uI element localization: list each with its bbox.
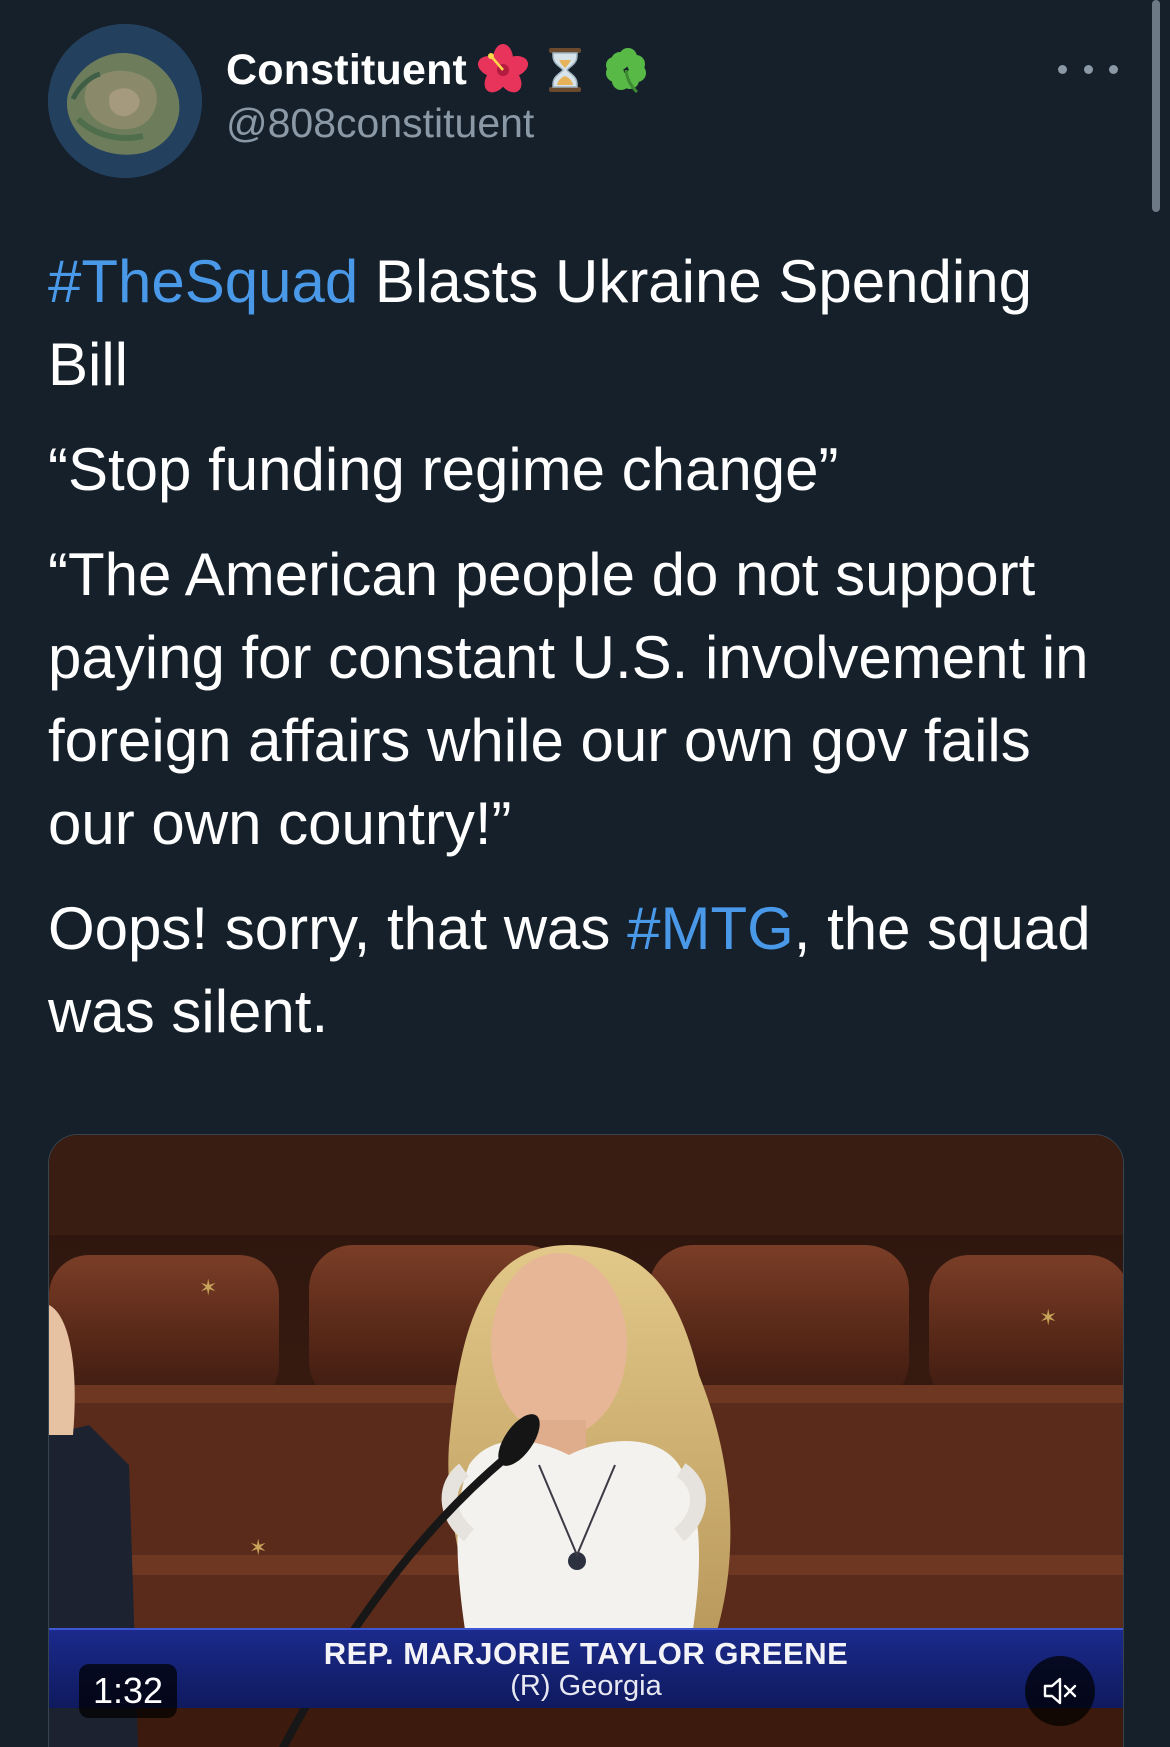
hourglass-icon <box>539 44 591 96</box>
tweet-page: Constituent @808constituent #TheSquad Bl… <box>0 0 1170 1747</box>
hibiscus-icon <box>477 44 529 96</box>
avatar[interactable] <box>48 24 202 178</box>
video-duration-badge: 1:32 <box>79 1664 178 1718</box>
speaker-muted-icon <box>1043 1677 1077 1705</box>
svg-text:✶: ✶ <box>249 1535 267 1560</box>
closing-text-before: Oops! sorry, that was <box>48 895 628 962</box>
tweet-closing: Oops! sorry, that was #MTG, the squad wa… <box>48 887 1128 1053</box>
chyron-speaker-name: REP. MARJORIE TAYLOR GREENE <box>323 1636 849 1671</box>
tweet-quote-2: “The American people do not support payi… <box>48 541 1089 857</box>
more-dot <box>1058 64 1067 74</box>
mute-toggle-button[interactable] <box>1025 1656 1095 1726</box>
display-name-row: Constituent <box>226 42 653 98</box>
svg-text:✶: ✶ <box>199 1275 217 1300</box>
tweet-quote-1: “Stop funding regime change” <box>48 436 839 503</box>
display-name[interactable]: Constituent <box>226 46 467 95</box>
more-dot <box>1083 64 1093 74</box>
more-options-button[interactable] <box>1058 54 1118 84</box>
author-names: Constituent @808constituent <box>226 42 653 147</box>
video-player[interactable]: ✶ ✶ ✶ REP. MARJORIE TAYLOR GREENE (R) Ge… <box>48 1134 1124 1747</box>
more-dot <box>1109 64 1118 74</box>
hashtag-thesquad[interactable]: #TheSquad <box>48 248 358 315</box>
four-leaf-clover-icon <box>601 44 653 96</box>
author-handle[interactable]: @808constituent <box>226 100 653 147</box>
tweet-text: #TheSquad Blasts Ukraine Spending Bill “… <box>48 240 1128 1075</box>
scrollbar[interactable] <box>1152 0 1160 212</box>
tweet-headline: #TheSquad Blasts Ukraine Spending Bill <box>48 240 1128 406</box>
svg-text:✶: ✶ <box>1039 1305 1057 1330</box>
island-map-avatar-image <box>48 24 202 178</box>
tweet-header: Constituent @808constituent <box>48 24 1118 178</box>
chyron-speaker-party-state: (R) Georgia <box>510 1670 662 1702</box>
lower-third-chyron: REP. MARJORIE TAYLOR GREENE (R) Georgia <box>49 1628 1123 1708</box>
hashtag-mtg[interactable]: #MTG <box>627 895 794 962</box>
